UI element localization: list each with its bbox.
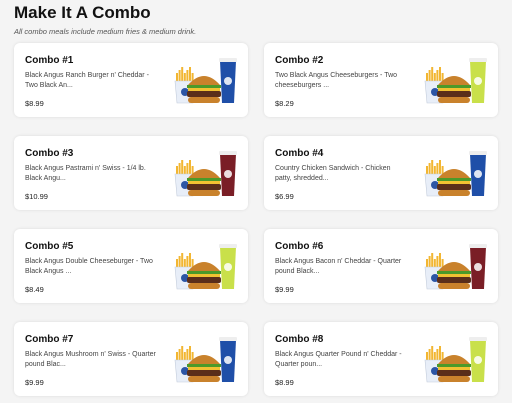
combo-description: Two Black Angus Cheeseburgers - Two chee… xyxy=(275,72,398,89)
pastrami-combo-icon xyxy=(172,144,240,202)
cheeseburger-combo-icon xyxy=(422,51,490,109)
combo-name: Combo #8 xyxy=(275,334,324,345)
combo-name: Combo #7 xyxy=(25,334,74,345)
combo-price: $8.49 xyxy=(25,285,44,294)
section-subtitle: All combo meals include medium fries & m… xyxy=(14,27,197,36)
bacon-burger-combo-icon xyxy=(422,237,490,295)
combo-price: $10.99 xyxy=(25,192,48,201)
combo-price: $9.99 xyxy=(25,378,44,387)
combo-card-2[interactable]: Combo #2 Two Black Angus Cheeseburgers -… xyxy=(264,43,498,117)
section-header: Make It A Combo All combo meals include … xyxy=(14,3,196,36)
combo-description: Country Chicken Sandwich - Chicken patty… xyxy=(275,165,391,182)
combo-price: $8.99 xyxy=(25,99,44,108)
combo-card-4[interactable]: Combo #4 Country Chicken Sandwich - Chic… xyxy=(264,136,498,210)
mushroom-burger-combo-icon xyxy=(172,330,240,388)
combo-description: Black Angus Bacon n' Cheddar - Quarter p… xyxy=(275,258,402,275)
drink-icon xyxy=(469,337,487,382)
quarter-pound-combo-icon xyxy=(422,330,490,388)
ranch-burger-combo-icon xyxy=(172,51,240,109)
combo-price: $9.99 xyxy=(275,285,294,294)
drink-icon xyxy=(469,151,487,196)
combo-description: Black Angus Mushroom n' Swiss - Quarter … xyxy=(25,351,156,368)
drink-icon xyxy=(219,337,237,382)
drink-icon xyxy=(469,58,487,103)
combo-card-3[interactable]: Combo #3 Black Angus Pastrami n' Swiss -… xyxy=(14,136,248,210)
double-cheeseburger-combo-icon xyxy=(172,237,240,295)
combo-price: $8.99 xyxy=(275,378,294,387)
combo-description: Black Angus Quarter Pound n' Cheddar - Q… xyxy=(275,351,402,368)
combo-price: $6.99 xyxy=(275,192,294,201)
combo-card-8[interactable]: Combo #8 Black Angus Quarter Pound n' Ch… xyxy=(264,322,498,396)
combo-card-7[interactable]: Combo #7 Black Angus Mushroom n' Swiss -… xyxy=(14,322,248,396)
combo-card-5[interactable]: Combo #5 Black Angus Double Cheeseburger… xyxy=(14,229,248,303)
combo-name: Combo #1 xyxy=(25,55,74,66)
combo-name: Combo #2 xyxy=(275,55,324,66)
section-title: Make It A Combo xyxy=(14,3,151,22)
combo-name: Combo #5 xyxy=(25,241,74,252)
drink-icon xyxy=(219,244,237,289)
drink-icon xyxy=(219,58,237,103)
combo-description: Black Angus Pastrami n' Swiss - 1/4 lb. … xyxy=(25,165,146,182)
combo-card-1[interactable]: Combo #1 Black Angus Ranch Burger n' Che… xyxy=(14,43,248,117)
combo-description: Black Angus Ranch Burger n' Cheddar - Tw… xyxy=(25,72,149,89)
combo-description: Black Angus Double Cheeseburger - Two Bl… xyxy=(25,258,153,275)
combo-name: Combo #4 xyxy=(275,148,324,159)
drink-icon xyxy=(469,244,487,289)
combo-card-6[interactable]: Combo #6 Black Angus Bacon n' Cheddar - … xyxy=(264,229,498,303)
drink-icon xyxy=(219,151,237,196)
combo-name: Combo #6 xyxy=(275,241,324,252)
combo-price: $8.29 xyxy=(275,99,294,108)
chicken-sandwich-combo-icon xyxy=(422,144,490,202)
combo-name: Combo #3 xyxy=(25,148,74,159)
